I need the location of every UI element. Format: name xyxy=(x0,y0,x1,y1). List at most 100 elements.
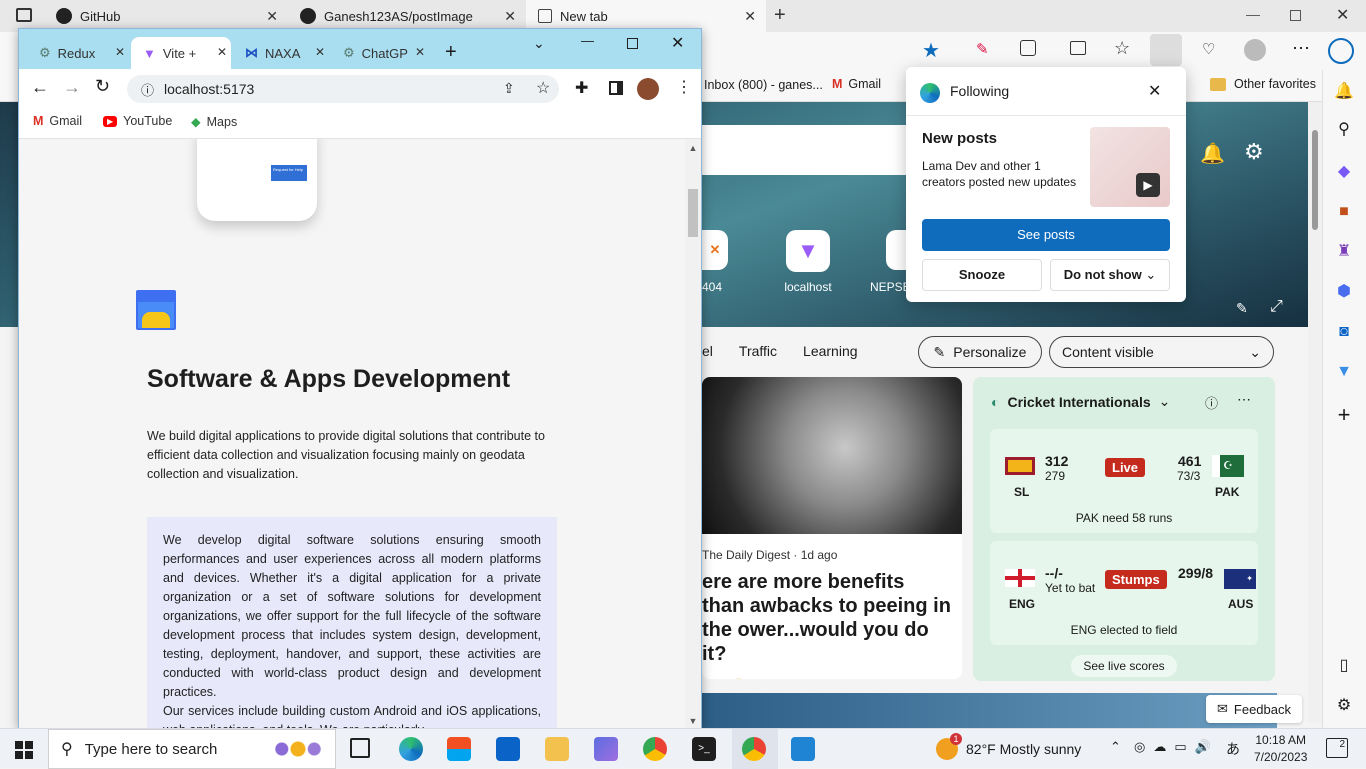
address-bar[interactable]: ⓘ localhost:5173 xyxy=(127,75,559,103)
edge-app-icon[interactable] xyxy=(399,737,423,761)
performance-icon[interactable]: ♡ xyxy=(1202,40,1215,58)
close-icon[interactable]: ✕ xyxy=(504,8,516,25)
profile-avatar[interactable] xyxy=(1244,39,1266,61)
photos-app-icon[interactable] xyxy=(594,737,618,761)
system-tray-icons[interactable]: ◎☁▭🔊 xyxy=(1134,739,1219,755)
new-tab-button[interactable]: + xyxy=(774,4,786,27)
nav-item[interactable]: el xyxy=(702,343,713,359)
bookmark-youtube[interactable]: ▶ YouTube xyxy=(103,114,172,128)
cricket-header[interactable]: ◐ Cricket Internationals ⌄ xyxy=(991,393,1170,410)
close-icon[interactable]: ✕ xyxy=(415,45,425,59)
close-window-icon[interactable]: ✕ xyxy=(671,33,684,53)
bookmark-gmail[interactable]: M Gmail xyxy=(33,114,82,128)
see-live-scores-button[interactable]: See live scores xyxy=(1071,655,1177,677)
favorite-inbox[interactable]: Inbox (800) - ganes... xyxy=(704,78,823,92)
bookmark-star-icon[interactable]: ☆ xyxy=(536,78,550,98)
back-icon[interactable]: ← xyxy=(31,77,49,98)
drop-icon[interactable]: ▼ xyxy=(1334,362,1354,382)
settings-gear-icon[interactable]: ⚙ xyxy=(1244,139,1264,165)
share-icon[interactable]: ⇪ xyxy=(503,80,515,97)
more-menu-icon[interactable]: ⋮ xyxy=(676,77,692,97)
bell-icon[interactable]: 🔔 xyxy=(1334,82,1354,102)
do-not-show-button[interactable]: Do not show ⌄ xyxy=(1050,259,1170,291)
see-posts-button[interactable]: See posts xyxy=(922,219,1170,251)
chrome-tab-chatgpt[interactable]: ⚙ ChatGP ✕ xyxy=(331,37,429,69)
bell-icon[interactable]: 🔔 xyxy=(1200,141,1225,166)
side-panel-icon[interactable] xyxy=(609,81,623,95)
expand-icon[interactable]: ⤢ xyxy=(1270,298,1283,316)
info-icon[interactable]: ⓘ xyxy=(1205,393,1218,412)
more-options-icon[interactable]: ⋯ xyxy=(1237,391,1251,408)
mail-app-icon[interactable] xyxy=(496,737,520,761)
close-icon[interactable]: ✕ xyxy=(217,45,227,59)
new-tab-button[interactable]: + xyxy=(445,41,457,64)
favorite-gmail[interactable]: M Gmail xyxy=(832,77,881,91)
feedback-button[interactable]: ✉ Feedback xyxy=(1206,695,1302,723)
vscode-app-icon[interactable] xyxy=(791,737,815,761)
post-thumbnail[interactable]: ▶ xyxy=(1090,127,1170,207)
content-visible-dropdown[interactable]: Content visible ⌄ xyxy=(1049,336,1274,368)
minimize-icon[interactable]: — xyxy=(581,33,594,48)
close-icon[interactable]: ✕ xyxy=(266,8,278,25)
quick-link-localhost[interactable]: ▼ localhost xyxy=(778,230,838,300)
windows-start-icon[interactable] xyxy=(15,741,33,759)
close-icon[interactable]: ✕ xyxy=(744,8,756,25)
extensions-icon[interactable]: ✚ xyxy=(575,78,588,98)
tab-search-icon[interactable]: ⌄ xyxy=(533,35,545,52)
puzzle-icon[interactable] xyxy=(1020,40,1036,56)
search-box[interactable] xyxy=(702,125,912,175)
dislike-icon[interactable]: 👎 192 xyxy=(729,678,767,679)
quick-link-nepse[interactable]: NEPSE xyxy=(866,230,911,300)
nav-item-traffic[interactable]: Traffic xyxy=(739,343,777,359)
scrollbar-thumb[interactable] xyxy=(1312,130,1318,230)
terminal-app-icon[interactable]: >_ xyxy=(692,737,716,761)
chrome-tab-vite[interactable]: ▼ Vite + ✕ xyxy=(131,37,231,69)
tools-icon[interactable]: ■ xyxy=(1334,202,1354,222)
reload-icon[interactable]: ↻ xyxy=(95,76,110,97)
forward-icon[interactable]: → xyxy=(63,77,81,98)
close-icon[interactable]: ✕ xyxy=(115,45,125,59)
settings-icon[interactable]: ⚙ xyxy=(1334,696,1354,716)
page-scrollbar[interactable]: ▲ ▼ xyxy=(685,139,701,728)
outlook-icon[interactable]: ◙ xyxy=(1334,322,1354,342)
clock[interactable]: 10:18 AM 7/20/2023 xyxy=(1254,732,1307,766)
match-eng-aus[interactable]: ENG --/- Yet to bat Stumps 299/8 ✦ AUS E… xyxy=(990,541,1258,645)
close-icon[interactable]: ✕ xyxy=(315,45,325,59)
games-icon[interactable]: ♜ xyxy=(1334,242,1354,262)
restore-icon[interactable] xyxy=(1290,10,1301,21)
chrome-app-icon[interactable] xyxy=(643,737,667,761)
profile-avatar[interactable] xyxy=(637,78,659,100)
chrome-tab-naxa[interactable]: ⋈ NAXA ✕ xyxy=(233,37,329,69)
more-menu-icon[interactable]: ⋯ xyxy=(1292,38,1310,59)
news-card[interactable]: The Daily Digest · 1d ago ere are more b… xyxy=(702,377,962,679)
language-icon[interactable]: あ xyxy=(1226,739,1240,759)
show-hidden-icons[interactable]: ⌃ xyxy=(1110,739,1121,755)
copilot-icon[interactable] xyxy=(1328,38,1354,64)
chrome-app-icon[interactable] xyxy=(742,737,766,761)
scroll-down-icon[interactable]: ▼ xyxy=(685,716,701,726)
favorites-icon[interactable]: ☆ xyxy=(1114,38,1130,59)
split-screen-icon[interactable] xyxy=(1070,41,1086,55)
bookmark-maps[interactable]: ◆ Maps xyxy=(191,114,237,130)
add-icon[interactable]: + xyxy=(1334,404,1354,426)
other-favorites[interactable]: Other favorites xyxy=(1210,77,1316,91)
task-view-icon[interactable] xyxy=(350,738,370,758)
notification-center-icon[interactable]: 2 xyxy=(1326,738,1348,758)
favorite-star-icon[interactable]: ★ xyxy=(922,38,940,63)
file-explorer-icon[interactable] xyxy=(545,737,569,761)
search-icon[interactable]: ⚲ xyxy=(1334,120,1354,140)
personalize-button[interactable]: ✎ Personalize xyxy=(918,336,1042,368)
collections-icon[interactable] xyxy=(1150,34,1182,66)
scroll-up-icon[interactable]: ▲ xyxy=(685,143,701,153)
tab-actions-icon[interactable] xyxy=(16,8,32,22)
weather-widget[interactable]: 1 82°F Mostly sunny xyxy=(936,733,1081,760)
close-icon[interactable]: ✕ xyxy=(1148,81,1161,101)
extension-icon[interactable]: ✎ xyxy=(976,40,989,58)
snooze-button[interactable]: Snooze xyxy=(922,259,1042,291)
split-panel-icon[interactable]: ▯ xyxy=(1334,656,1354,676)
edge-scrollbar[interactable] xyxy=(1308,102,1322,722)
scrollbar-thumb[interactable] xyxy=(688,189,698,237)
quick-link-404[interactable]: ✕ 404 xyxy=(702,230,732,300)
maximize-icon[interactable] xyxy=(627,38,638,49)
match-sl-pak[interactable]: SL 312 279 Live 461 73/3 ☪ PAK PAK need … xyxy=(990,429,1258,533)
